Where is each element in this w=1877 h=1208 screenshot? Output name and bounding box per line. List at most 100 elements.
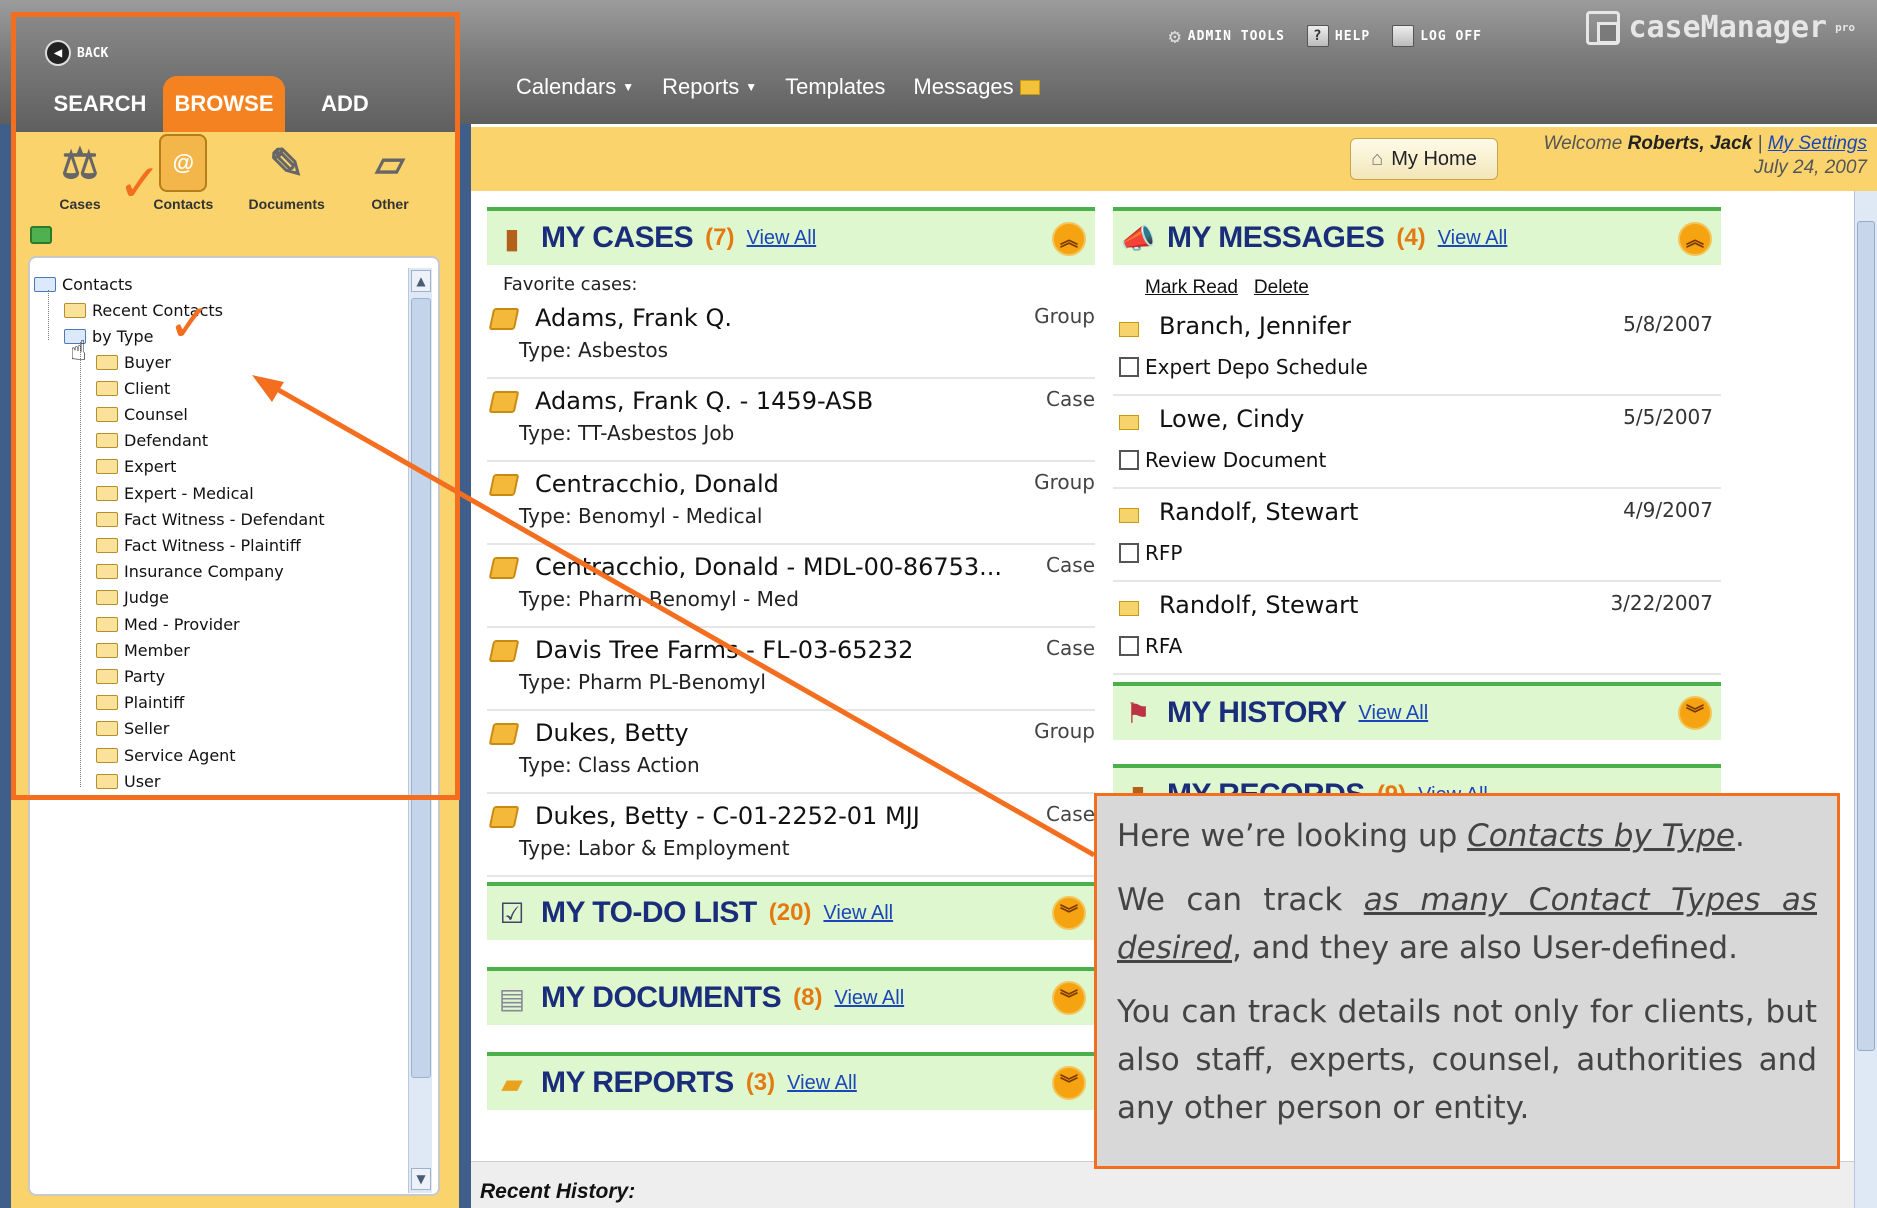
- brand-name: caseManager: [1628, 10, 1828, 45]
- message-date: 4/9/2007: [1623, 498, 1713, 522]
- scroll-down-icon[interactable]: ▼: [411, 1168, 431, 1190]
- case-type: Type: Class Action: [519, 753, 700, 777]
- case-item[interactable]: Dukes, Betty Type: Class Action Group: [487, 711, 1095, 794]
- brand-logo: caseManager pro: [1586, 10, 1855, 45]
- case-type: Type: Benomyl - Medical: [519, 504, 763, 528]
- highlight-box: [11, 12, 460, 800]
- message-item[interactable]: Randolf, Stewart 3/22/2007 RFA: [1113, 583, 1721, 675]
- documents-stack-icon: ▤: [498, 981, 526, 1015]
- my-documents-title: MY DOCUMENTS: [541, 981, 782, 1014]
- checkmark-annotation: ✓: [168, 294, 212, 354]
- case-item[interactable]: Dukes, Betty - C-01-2252-01 MJJ Type: Lab…: [487, 794, 1095, 877]
- user-name: Roberts, Jack: [1627, 133, 1753, 154]
- case-kind: Group: [1034, 719, 1095, 743]
- log-off-link[interactable]: LOG OFF: [1392, 25, 1482, 47]
- my-documents-view-all[interactable]: View All: [834, 987, 904, 1010]
- envelope-icon: [1119, 508, 1139, 523]
- my-todo-view-all[interactable]: View All: [823, 902, 893, 925]
- delete-link[interactable]: Delete: [1254, 277, 1309, 299]
- my-documents-count: (8): [793, 984, 823, 1011]
- case-kind: Case: [1046, 802, 1095, 826]
- callout-p1-post: .: [1734, 818, 1745, 854]
- my-home-button[interactable]: ⌂ My Home: [1350, 138, 1498, 180]
- case-item[interactable]: Adams, Frank Q. - 1459-ASB Type: TT-Asbes…: [487, 379, 1095, 462]
- callout-p2: We can track as many Contact Types as de…: [1117, 876, 1817, 972]
- mark-read-link[interactable]: Mark Read: [1145, 277, 1238, 299]
- admin-tools-label: ADMIN TOOLS: [1187, 28, 1285, 44]
- message-subject: RFA: [1145, 634, 1183, 658]
- envelope-icon: [1019, 79, 1040, 95]
- my-reports-view-all[interactable]: View All: [787, 1072, 857, 1095]
- nav-reports[interactable]: Reports ▼: [662, 74, 757, 100]
- my-reports-header: ▰ MY REPORTS (3) View All: [487, 1052, 1095, 1110]
- collapse-up-icon[interactable]: ︽: [1052, 222, 1086, 256]
- my-cases-count: (7): [705, 224, 735, 251]
- case-name[interactable]: Davis Tree Farms - FL-03-65232: [535, 636, 913, 664]
- case-name[interactable]: Dukes, Betty: [535, 719, 689, 747]
- admin-tools-link[interactable]: ⚙ ADMIN TOOLS: [1169, 24, 1285, 48]
- message-date: 5/5/2007: [1623, 405, 1713, 429]
- logoff-icon: [1392, 25, 1415, 47]
- nav-calendars-label: Calendars: [516, 74, 617, 99]
- case-item[interactable]: Adams, Frank Q. Type: Asbestos Group: [487, 296, 1095, 379]
- envelope-icon: [1119, 415, 1139, 430]
- case-kind: Case: [1046, 387, 1095, 411]
- case-item[interactable]: Centracchio, Donald - MDL-00-86753... Typ…: [487, 545, 1095, 628]
- message-from[interactable]: Randolf, Stewart: [1159, 498, 1358, 526]
- my-cases-view-all[interactable]: View All: [747, 227, 817, 250]
- nav-templates-label: Templates: [785, 74, 886, 99]
- message-from[interactable]: Branch, Jennifer: [1159, 312, 1351, 340]
- log-off-label: LOG OFF: [1420, 28, 1482, 44]
- nav-templates[interactable]: Templates: [785, 74, 885, 100]
- my-history-view-all[interactable]: View All: [1358, 702, 1428, 725]
- expand-down-icon[interactable]: ︾: [1678, 696, 1712, 730]
- history-icon: ⚑: [1125, 696, 1151, 730]
- case-item[interactable]: Centracchio, Donald Type: Benomyl - Medic…: [487, 462, 1095, 545]
- favorite-cases-label: Favorite cases:: [503, 274, 638, 295]
- message-from[interactable]: Lowe, Cindy: [1159, 405, 1304, 433]
- case-kind: Case: [1046, 553, 1095, 577]
- message-checkbox[interactable]: [1119, 357, 1139, 377]
- nav-calendars[interactable]: Calendars ▼: [516, 74, 634, 100]
- my-messages-count: (4): [1396, 224, 1426, 251]
- expand-down-icon[interactable]: ︾: [1052, 981, 1086, 1015]
- case-name[interactable]: Dukes, Betty - C-01-2252-01 MJJ: [535, 802, 920, 830]
- case-name[interactable]: Centracchio, Donald - MDL-00-86753...: [535, 553, 1002, 581]
- callout-p1-pre: Here we’re looking up: [1117, 818, 1468, 854]
- case-name[interactable]: Adams, Frank Q.: [535, 304, 732, 332]
- page-scrollbar[interactable]: [1854, 191, 1877, 1208]
- case-type: Type: Labor & Employment: [519, 836, 790, 860]
- help-label: HELP: [1334, 28, 1371, 44]
- my-settings-link[interactable]: My Settings: [1768, 133, 1867, 154]
- message-item[interactable]: Randolf, Stewart 4/9/2007 RFP: [1113, 490, 1721, 582]
- page-scroll-thumb[interactable]: [1857, 221, 1875, 1051]
- case-type: Type: TT-Asbestos Job: [519, 421, 735, 445]
- my-todo-title: MY TO-DO LIST: [541, 896, 757, 929]
- nav-reports-label: Reports: [662, 74, 740, 99]
- message-from[interactable]: Randolf, Stewart: [1159, 591, 1358, 619]
- message-actions: Mark Read Delete: [1145, 277, 1309, 299]
- case-item[interactable]: Davis Tree Farms - FL-03-65232 Type: Phar…: [487, 628, 1095, 711]
- case-folder-icon: [488, 723, 520, 745]
- case-folder-icon: [488, 474, 520, 496]
- case-kind: Group: [1034, 470, 1095, 494]
- case-name[interactable]: Centracchio, Donald: [535, 470, 779, 498]
- expand-down-icon[interactable]: ︾: [1052, 1066, 1086, 1100]
- message-item[interactable]: Lowe, Cindy 5/5/2007 Review Document: [1113, 397, 1721, 489]
- message-item[interactable]: Branch, Jennifer 5/8/2007 Expert Depo Sche…: [1113, 304, 1721, 396]
- message-date: 5/8/2007: [1623, 312, 1713, 336]
- briefcase-icon: ▮: [504, 221, 520, 255]
- help-link[interactable]: ? HELP: [1306, 25, 1371, 47]
- callout-p2-pre: We can track: [1117, 882, 1364, 918]
- envelope-icon: [1119, 322, 1139, 337]
- my-documents-header: ▤ MY DOCUMENTS (8) View All: [487, 967, 1095, 1025]
- message-checkbox[interactable]: [1119, 450, 1139, 470]
- expand-down-icon[interactable]: ︾: [1052, 896, 1086, 930]
- message-checkbox[interactable]: [1119, 636, 1139, 656]
- checkmark-annotation: ✓: [118, 154, 162, 214]
- my-messages-view-all[interactable]: View All: [1438, 227, 1508, 250]
- message-checkbox[interactable]: [1119, 543, 1139, 563]
- case-name[interactable]: Adams, Frank Q. - 1459-ASB: [535, 387, 873, 415]
- collapse-up-icon[interactable]: ︽: [1678, 222, 1712, 256]
- nav-messages[interactable]: Messages: [913, 74, 1040, 100]
